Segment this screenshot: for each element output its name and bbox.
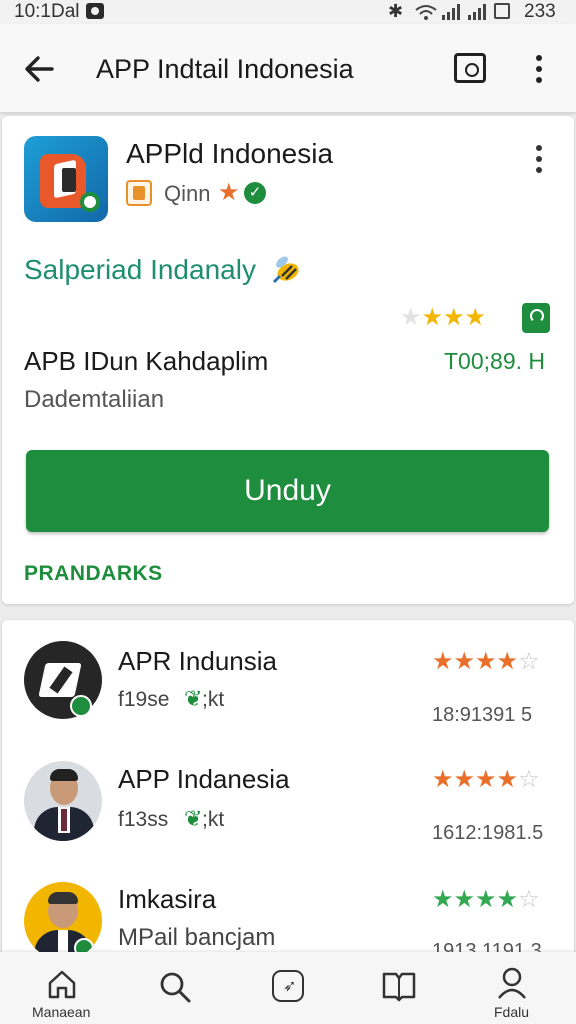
star-icon: ★	[432, 766, 454, 793]
status-bar: 10:1Dal ✱ 233	[0, 0, 576, 24]
related-app-avatar[interactable]	[24, 761, 102, 841]
related-app-meta-tail: ;kt	[202, 808, 225, 831]
related-app-avatar[interactable]	[24, 882, 102, 960]
leaf-icon: ❦	[184, 686, 203, 711]
star-icon: ★	[453, 886, 476, 913]
related-app-meta: MPail bancjam	[118, 924, 276, 951]
more-vert-icon[interactable]	[530, 54, 548, 84]
star-icon: ★	[443, 304, 465, 331]
star-icon: ★	[475, 766, 497, 793]
back-arrow-icon[interactable]	[22, 52, 56, 86]
related-app-name[interactable]: Imkasira	[118, 884, 216, 915]
bottom-nav: Manaean ➶ Fdalu	[0, 952, 576, 1024]
related-app-name[interactable]: APP Indanesia	[118, 764, 290, 795]
nav-profile[interactable]: Fdalu	[490, 964, 550, 1022]
related-app-rating: ★★★★☆	[432, 650, 540, 674]
star-icon: ★	[421, 304, 444, 331]
star-icon: ★	[496, 766, 519, 793]
verified-icon: ✓	[244, 182, 266, 204]
star-icon: ★	[453, 648, 476, 675]
signal-icon-2	[468, 4, 486, 20]
star-outline-icon: ☆	[518, 766, 540, 793]
nav-home[interactable]: Manaean	[30, 964, 94, 1022]
compass-icon[interactable]: ➶	[272, 970, 304, 1002]
related-app-avatar[interactable]	[24, 641, 102, 719]
star-icon: ★	[496, 648, 519, 675]
install-button[interactable]: Unduy	[26, 450, 549, 532]
app-name: APPld Indonesia	[126, 138, 334, 169]
related-app-rating: ★★★★☆	[432, 888, 540, 912]
related-app-rating: ★★★★☆	[432, 768, 540, 792]
battery-icon	[494, 3, 510, 19]
search-icon[interactable]	[158, 970, 192, 1004]
star-outline-icon: ☆	[518, 648, 540, 675]
developer-star-icon: ★	[218, 179, 240, 206]
profile-icon	[498, 967, 526, 999]
wifi-icon	[415, 5, 437, 20]
developer-name[interactable]: Qinn	[164, 181, 210, 207]
star-icon: ★	[464, 304, 487, 331]
star-outline-icon: ☆	[518, 886, 540, 913]
star-icon: ★	[475, 886, 497, 913]
app-bar-title: APP Indtail Indonesia	[96, 54, 354, 84]
star-icon: ★	[400, 304, 422, 331]
app-category: Dademtaliian	[24, 386, 165, 413]
bee-icon	[272, 256, 299, 284]
related-app-count: 18:91391 5	[432, 704, 533, 726]
related-app-meta: f19se	[118, 688, 170, 711]
verified-icon	[70, 695, 92, 717]
signal-icon	[442, 4, 460, 20]
book-icon[interactable]	[382, 970, 416, 1002]
related-app-name[interactable]: APR Indunsia	[118, 646, 277, 677]
star-icon: ★	[432, 648, 454, 675]
leaf-icon: ❦	[184, 806, 203, 831]
app-icon	[24, 136, 108, 222]
app-more-icon[interactable]	[530, 144, 548, 174]
tag-icon	[522, 303, 550, 333]
nav-home-label: Manaean	[32, 1004, 91, 1020]
related-app-count: 1612:1981.5	[432, 822, 544, 844]
star-icon: ★	[475, 648, 497, 675]
app-bar: APP Indtail Indonesia	[0, 24, 576, 112]
nav-profile-label: Fdalu	[494, 1004, 530, 1020]
star-icon: ★	[453, 766, 476, 793]
notification-icon	[86, 3, 104, 19]
battery-level: 233	[524, 1, 556, 22]
section-link[interactable]: PRANDARKS	[24, 562, 163, 586]
camera-icon[interactable]	[454, 53, 486, 83]
star-icon: ★	[496, 886, 519, 913]
bluetooth-icon: ✱	[388, 1, 404, 21]
related-app-meta-tail: ;kt	[202, 688, 225, 711]
app-rating-stars: ★★★★	[400, 306, 486, 330]
status-time: 10:1Dal	[14, 1, 80, 22]
app-tagline: Salperiad Indanaly	[24, 254, 256, 285]
download-count: T00;89. H	[444, 348, 545, 374]
developer-badge-icon	[126, 180, 152, 206]
home-icon	[48, 970, 76, 999]
app-subtitle: APB IDun Kahdaplim	[24, 346, 269, 376]
related-app-meta: f13ss	[118, 808, 169, 831]
star-icon: ★	[432, 886, 454, 913]
